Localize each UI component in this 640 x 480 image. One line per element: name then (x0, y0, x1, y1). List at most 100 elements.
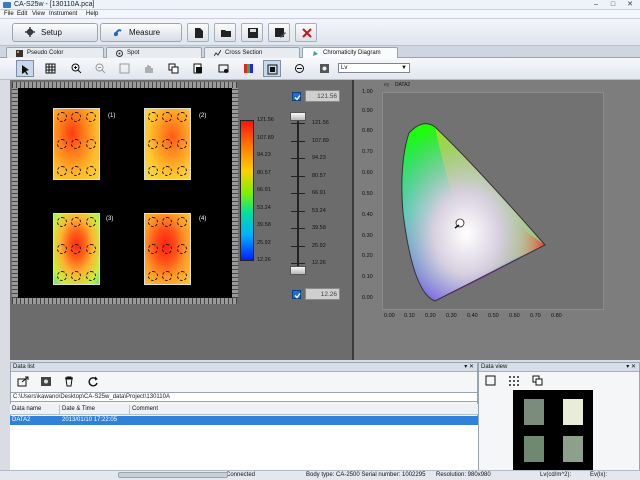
view-frame-button[interactable] (484, 374, 498, 387)
lower-limit-field[interactable]: 12.26 (305, 288, 340, 300)
delete-button[interactable] (62, 375, 76, 388)
measurement-spot[interactable] (162, 271, 172, 281)
open-folder-button[interactable] (214, 23, 236, 42)
save-button[interactable] (241, 23, 263, 42)
measurement-spot[interactable] (71, 244, 81, 254)
close-button[interactable]: ✕ (622, 0, 638, 9)
measurement-spot[interactable] (162, 112, 172, 122)
measurement-spot[interactable] (86, 166, 96, 176)
measurement-spot[interactable] (57, 139, 67, 149)
refresh-button[interactable] (86, 375, 100, 388)
menu-instrument[interactable]: Instrument (49, 11, 77, 17)
menu-view[interactable]: View (32, 11, 45, 17)
upper-limit-checkbox[interactable] (292, 92, 301, 101)
y-tick-label: 0.10 (362, 274, 373, 280)
measurement-spot[interactable] (71, 139, 81, 149)
measurement-spot[interactable] (148, 217, 158, 227)
table-row[interactable]: DATA2 2013/01/10 17:22:05 (10, 416, 478, 425)
lower-limit-checkbox[interactable] (292, 290, 301, 299)
column-data-name[interactable]: Data name (10, 405, 60, 414)
measurement-spot[interactable] (71, 271, 81, 281)
measurement-spot[interactable] (57, 217, 67, 227)
tab-chromaticity-diagram[interactable]: Chromaticity Diagram (302, 47, 398, 58)
disconnect-button[interactable] (295, 23, 317, 42)
zoom-in-tool[interactable] (68, 60, 86, 77)
rotate-tool[interactable] (291, 60, 309, 77)
zoom-out-tool[interactable] (92, 60, 110, 77)
grid-tool[interactable] (42, 60, 60, 77)
pseudo-color-icon (16, 50, 23, 57)
menu-file[interactable]: File (4, 11, 14, 17)
measurement-spot[interactable] (162, 217, 172, 227)
color-map-tool[interactable] (240, 60, 258, 77)
column-comment[interactable]: Comment (130, 405, 470, 414)
slider-tick (291, 228, 305, 229)
menu-edit[interactable]: Edit (17, 11, 27, 17)
view-copy-button[interactable] (531, 374, 545, 387)
new-file-button[interactable] (187, 23, 209, 42)
measurement-spot[interactable] (162, 166, 172, 176)
measurement-spot[interactable] (86, 112, 96, 122)
thumbnail-sample-1 (524, 399, 544, 425)
measurement-spot[interactable] (57, 244, 67, 254)
measurement-spot[interactable] (148, 139, 158, 149)
measurement-spot[interactable] (177, 166, 187, 176)
measurement-spot[interactable] (86, 217, 96, 227)
measurement-spot[interactable] (148, 112, 158, 122)
pin-icon[interactable]: ▾ ✕ (464, 363, 474, 371)
colorbar-label: 94.23 (257, 152, 271, 158)
measurement-spot[interactable] (57, 166, 67, 176)
display-value-select[interactable]: Lv ▼ (338, 63, 410, 73)
tab-pseudo-color[interactable]: Pseudo Color (6, 47, 104, 58)
measure-button[interactable]: Measure (100, 23, 182, 42)
measurement-spot[interactable] (86, 244, 96, 254)
measurement-spot[interactable] (177, 112, 187, 122)
options-tool[interactable] (316, 60, 334, 77)
measurement-spot[interactable] (162, 244, 172, 254)
measurement-spot[interactable] (57, 112, 67, 122)
measurement-spot[interactable] (148, 244, 158, 254)
column-date-time[interactable]: Date & Time (60, 405, 130, 414)
view-toolbar (0, 58, 640, 80)
measurement-spot[interactable] (148, 166, 158, 176)
measurement-spot[interactable] (177, 139, 187, 149)
measurement-spot[interactable] (57, 271, 67, 281)
lower-slider-handle[interactable] (290, 266, 306, 275)
copy-tool[interactable] (165, 60, 183, 77)
save-as-button[interactable] (268, 23, 290, 42)
pseudo-color-image[interactable] (18, 88, 232, 298)
measurement-spot[interactable] (86, 139, 96, 149)
chromaticity-diagram[interactable] (382, 92, 604, 310)
measurement-spot[interactable] (177, 271, 187, 281)
paste-tool[interactable] (189, 60, 207, 77)
menu-help[interactable]: Help (86, 11, 98, 17)
settings-icon (218, 64, 229, 73)
measurement-spot[interactable] (177, 244, 187, 254)
pin-icon[interactable]: ▾ ✕ (626, 363, 636, 371)
frame-tool[interactable] (263, 60, 281, 77)
tab-spot[interactable]: Spot (106, 47, 202, 58)
view-grid-button[interactable] (507, 374, 521, 387)
tab-cross-section[interactable]: Cross Section (204, 47, 300, 58)
upper-slider-handle[interactable] (290, 112, 306, 121)
list-settings-button[interactable] (39, 375, 53, 388)
fit-tool[interactable] (116, 60, 134, 77)
hand-tool[interactable] (140, 60, 158, 77)
measurement-spot[interactable] (86, 271, 96, 281)
measurement-spot[interactable] (71, 112, 81, 122)
measurement-spot[interactable] (148, 271, 158, 281)
measurement-spot[interactable] (162, 139, 172, 149)
export-button[interactable] (16, 375, 30, 388)
settings-tool[interactable] (215, 60, 233, 77)
minimize-button[interactable]: – (588, 0, 604, 9)
setup-button[interactable]: Setup (12, 23, 98, 42)
horizontal-scrollbar[interactable] (118, 472, 228, 478)
measurement-spot[interactable] (71, 217, 81, 227)
colorbar-label: 25.92 (257, 240, 271, 246)
pointer-tool[interactable] (16, 60, 34, 77)
thumbnail-image[interactable] (513, 390, 593, 470)
upper-limit-field[interactable]: 121.56 (305, 90, 340, 102)
measurement-spot[interactable] (177, 217, 187, 227)
measurement-spot[interactable] (71, 166, 81, 176)
maximize-button[interactable]: □ (605, 0, 621, 9)
